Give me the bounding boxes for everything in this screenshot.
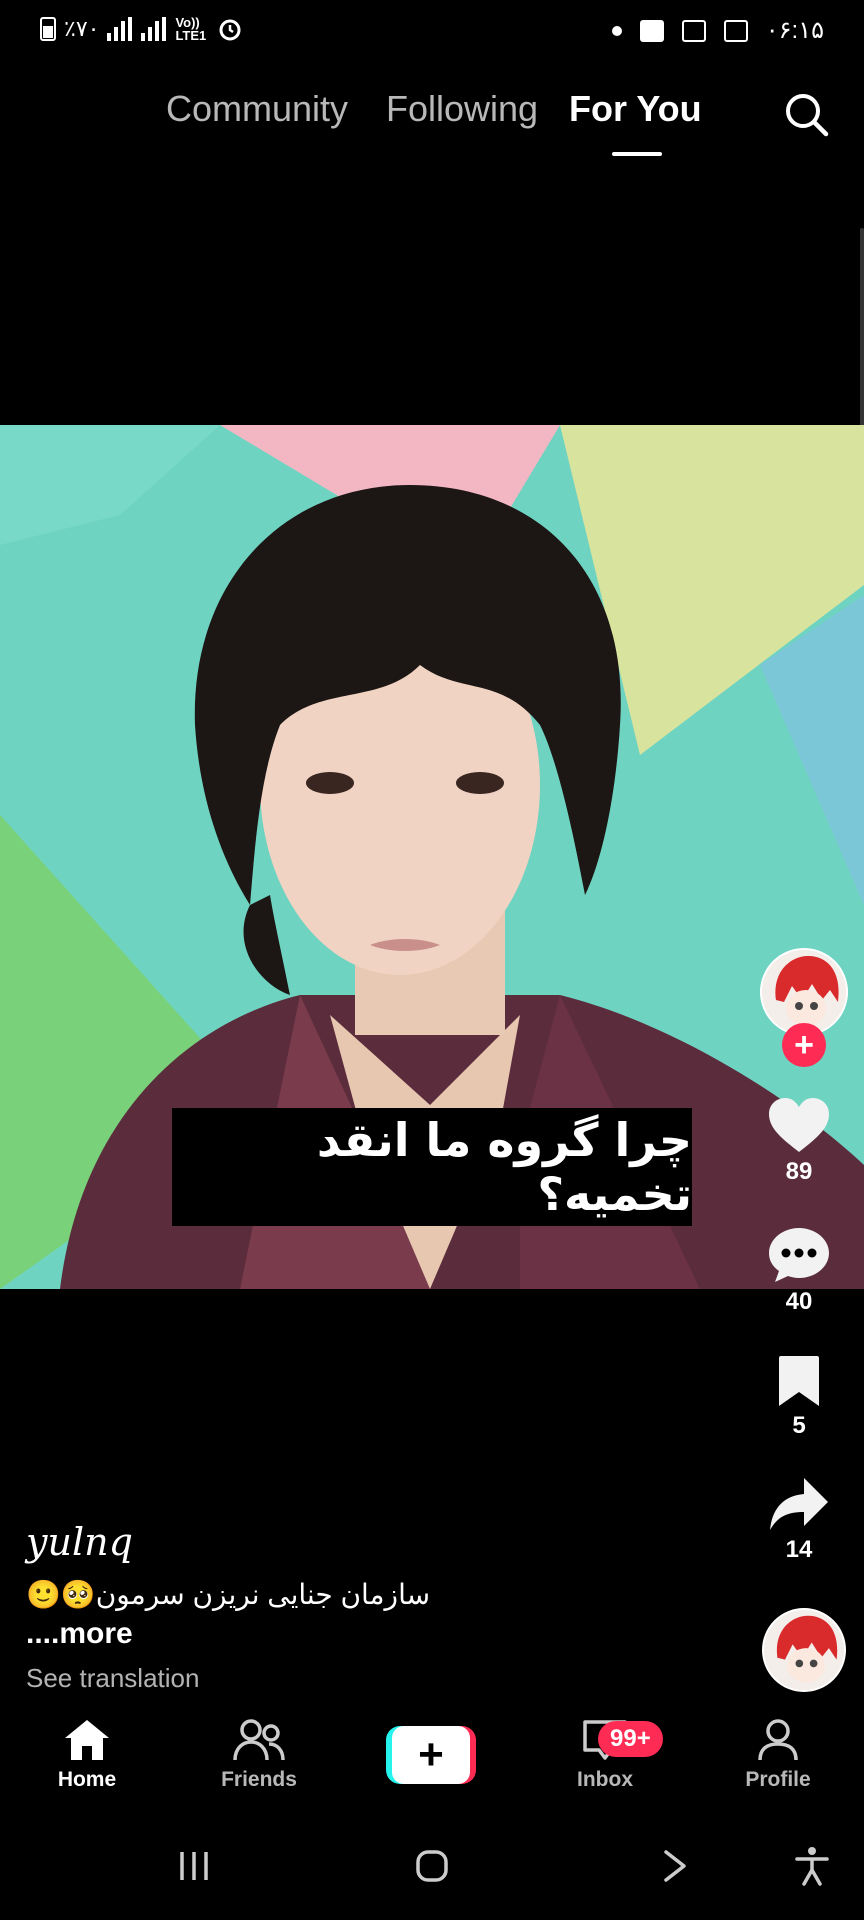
signal-icon-2 (141, 17, 167, 41)
comment-icon (769, 1228, 829, 1282)
see-translation-link[interactable]: See translation (26, 1663, 586, 1694)
tab-for-you[interactable]: For You (569, 88, 702, 130)
scroll-indicator (860, 228, 864, 428)
nav-friends-label: Friends (221, 1768, 297, 1791)
share-button[interactable]: 14 (734, 1476, 864, 1564)
top-tab-bar: Community Following For You (0, 88, 864, 158)
caption-text: چرا گروه ما انقد تخمیه؟ (316, 1113, 692, 1221)
heart-icon (769, 1098, 829, 1152)
status-right: ۰۶:۱۵ (611, 16, 824, 45)
profile-icon (758, 1719, 798, 1761)
nav-home[interactable]: Home (22, 1718, 152, 1792)
bottom-nav: Home Friends + Inbox Profile (0, 1718, 864, 1808)
friends-icon (233, 1719, 285, 1761)
back-icon[interactable] (660, 1848, 690, 1884)
more-link[interactable]: ....more (26, 1617, 586, 1651)
username[interactable]: yulnq (26, 1520, 586, 1564)
system-nav-bar (0, 1830, 864, 1920)
recent-apps-icon[interactable] (176, 1848, 212, 1884)
active-tab-indicator (612, 152, 662, 156)
battery-icon (40, 17, 56, 41)
create-button[interactable]: + (386, 1726, 476, 1784)
nav-friends[interactable]: Friends (194, 1718, 324, 1792)
nav-inbox-label: Inbox (577, 1768, 633, 1791)
share-count: 14 (785, 1536, 813, 1563)
screen-capture-icon (723, 19, 748, 42)
accessibility-icon[interactable] (794, 1846, 830, 1886)
screen-record-icon (681, 19, 706, 42)
status-left: ٪۷۰ Vo)) LTE1 (40, 16, 243, 42)
bookmark-icon (779, 1356, 819, 1406)
save-button[interactable]: 5 (734, 1354, 864, 1440)
nav-profile[interactable]: Profile (713, 1718, 843, 1792)
sound-disc-image (764, 1610, 844, 1690)
nav-home-label: Home (57, 1768, 117, 1791)
status-bar: ٪۷۰ Vo)) LTE1 ۰۶:۱۵ (0, 0, 864, 64)
post-info: yulnq سازمان جنایی نریزن سرمون🥺🙂 ....mor… (26, 1520, 586, 1694)
home-system-icon[interactable] (414, 1848, 450, 1884)
battery-level: ٪۷۰ (64, 16, 100, 41)
alarm-icon (219, 19, 241, 41)
clock: ۰۶:۱۵ (765, 17, 824, 44)
gallery-icon (639, 19, 664, 42)
share-icon (770, 1478, 828, 1530)
comment-button[interactable]: 40 (734, 1226, 864, 1316)
like-button[interactable]: 89 (734, 1096, 864, 1186)
signal-icon (107, 17, 133, 41)
follow-button[interactable]: + (782, 1023, 826, 1067)
post-description[interactable]: سازمان جنایی نریزن سرمون🥺🙂 (26, 1578, 586, 1611)
nav-profile-label: Profile (745, 1768, 811, 1791)
sound-disc[interactable] (762, 1608, 846, 1692)
comment-count: 40 (785, 1288, 813, 1315)
inbox-badge: 99+ (598, 1721, 663, 1757)
network-label: Vo)) LTE1 (175, 15, 207, 43)
search-icon[interactable] (782, 90, 830, 138)
home-icon (65, 1720, 109, 1760)
notification-dot-icon (611, 25, 622, 36)
plus-icon: + (392, 1726, 470, 1784)
tab-following[interactable]: Following (386, 88, 538, 130)
video-caption-overlay: چرا گروه ما انقد تخمیه؟ (172, 1108, 692, 1226)
like-count: 89 (785, 1158, 813, 1185)
save-count: 5 (792, 1412, 806, 1439)
tab-community[interactable]: Community (166, 88, 348, 130)
